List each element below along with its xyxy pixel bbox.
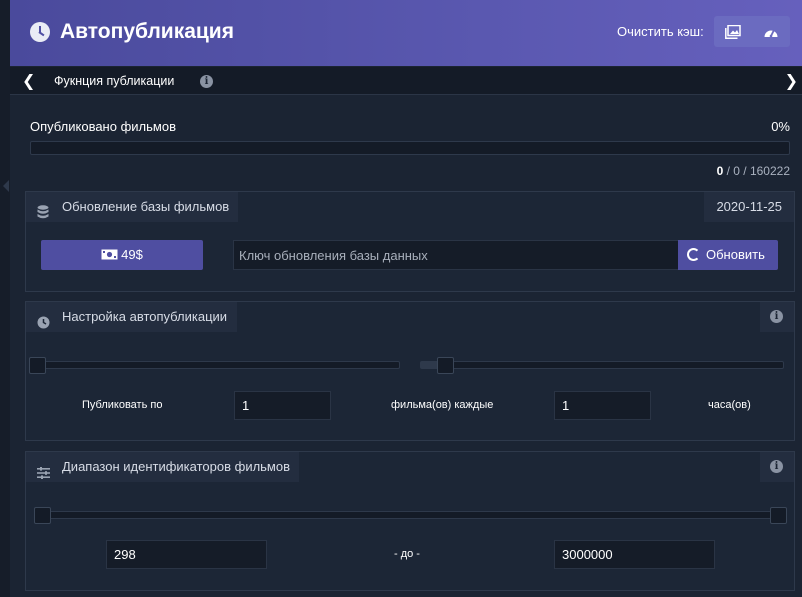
clear-data-cache-button[interactable] [752, 16, 790, 47]
chevron-right-icon[interactable]: ❯ [785, 71, 798, 91]
total-counts: / 0 / 160222 [723, 164, 790, 178]
range-to-label: - до - [394, 548, 420, 560]
page-header: Автопубликация Очистить кэш: [10, 0, 802, 66]
buy-key-button[interactable]: 49$ [41, 240, 203, 270]
autopublish-info-button[interactable]: i [760, 302, 794, 332]
update-database-button[interactable]: Обновить [678, 240, 778, 270]
id-to-input[interactable]: 3000000 [554, 540, 715, 569]
publish-by-label: Публиковать по [82, 399, 163, 411]
info-icon: i [770, 310, 783, 323]
published-films-label: Опубликовано фильмов [30, 119, 176, 134]
db-update-title: Обновление базы фильмов [62, 199, 230, 214]
db-update-date: 2020-11-25 [704, 192, 794, 222]
autopublish-panel: Настройка автопубликации i Публиковать п… [25, 301, 795, 441]
images-icon [725, 24, 741, 39]
clear-cache-group [714, 16, 790, 47]
update-key-input[interactable] [233, 240, 679, 270]
hours-slider-handle[interactable] [437, 357, 455, 374]
publish-counts: 0 / 0 / 160222 [717, 164, 790, 178]
info-icon[interactable]: i [200, 75, 213, 88]
sliders-icon [37, 460, 50, 490]
id-range-min-handle[interactable] [34, 507, 51, 524]
gauge-icon [764, 29, 778, 37]
buy-key-label: 49$ [121, 247, 143, 262]
refresh-icon [687, 248, 700, 261]
id-range-info-button[interactable]: i [760, 452, 794, 482]
id-range-title: Диапазон идентификаторов фильмов [62, 459, 291, 474]
database-icon [37, 200, 49, 230]
hours-label: часа(ов) [708, 399, 751, 411]
id-range-max-handle[interactable] [770, 507, 787, 524]
id-range-panel: Диапазон идентификаторов фильмов i 298 -… [25, 451, 795, 591]
clock-icon [37, 310, 50, 340]
films-count-slider-handle[interactable] [29, 357, 46, 374]
page-title: Автопубликация [60, 20, 234, 43]
hours-slider-track[interactable] [420, 361, 784, 369]
section-title: Фукнция публикации [54, 74, 175, 88]
id-from-input[interactable]: 298 [106, 540, 267, 569]
publish-progress-bar [30, 141, 790, 155]
autopublish-title: Настройка автопубликации [62, 309, 228, 324]
money-icon [101, 249, 118, 260]
films-count-input[interactable]: 1 [234, 391, 331, 420]
left-sidebar-strip [0, 0, 10, 597]
clear-cache-label: Очистить кэш: [617, 24, 704, 39]
db-update-panel: Обновление базы фильмов 2020-11-25 49$ О… [25, 191, 795, 292]
section-nav-bar: ❮ Фукнция публикации i ❯ [10, 67, 802, 95]
sidebar-collapse-icon[interactable] [3, 180, 9, 192]
films-count-slider-track[interactable] [36, 361, 400, 369]
db-update-header: Обновление базы фильмов [26, 192, 238, 222]
info-icon: i [770, 460, 783, 473]
chevron-left-icon[interactable]: ❮ [22, 71, 35, 91]
update-label: Обновить [706, 247, 765, 262]
id-range-header: Диапазон идентификаторов фильмов [26, 452, 299, 482]
id-range-slider-track[interactable] [42, 511, 778, 519]
published-percent: 0% [771, 119, 790, 134]
hours-input[interactable]: 1 [554, 391, 651, 420]
films-every-label: фильма(ов) каждые [391, 399, 494, 411]
clock-icon [30, 22, 50, 42]
autopublish-header: Настройка автопубликации [26, 302, 237, 332]
clear-image-cache-button[interactable] [714, 16, 752, 47]
